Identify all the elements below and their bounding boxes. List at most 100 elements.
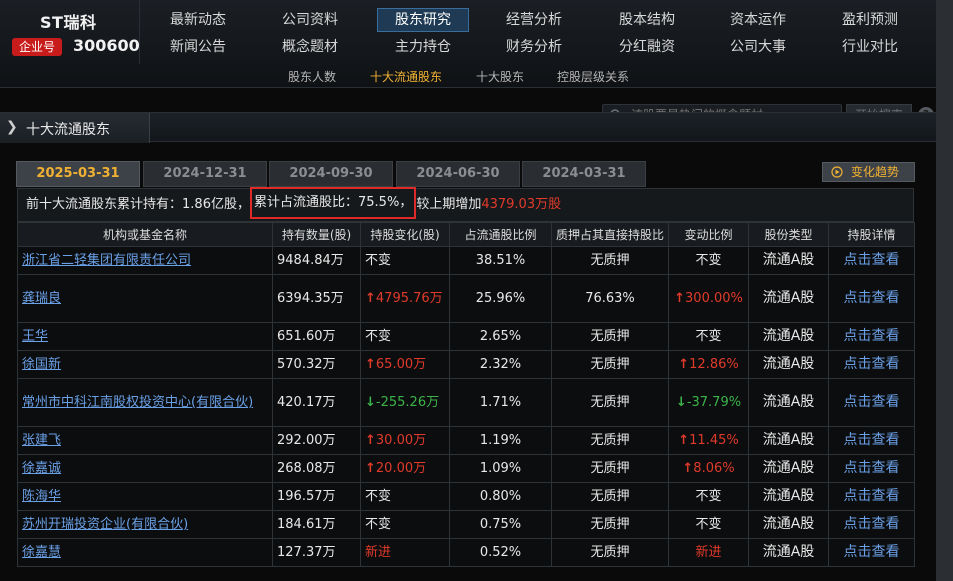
table-body: 浙江省二轻集团有限责任公司 9484.84万 不变 38.51% 无质押 不变 流通A股 点击… xyxy=(17,246,915,567)
holder-name-cell: 王华 xyxy=(17,322,273,351)
detail-link[interactable]: 点击查看 xyxy=(844,290,900,306)
tab-date-2025-03-31[interactable]: 2025-03-31 xyxy=(16,161,140,187)
detail-link[interactable]: 点击查看 xyxy=(844,328,900,344)
detail-link[interactable]: 点击查看 xyxy=(844,516,900,532)
nav-industry-comparison[interactable]: 行业对比 xyxy=(824,35,916,59)
stock-brand: ST瑞科 企业号 300600 xyxy=(0,0,140,64)
summary-ratio-value: 75.5% xyxy=(358,195,400,210)
nav-news-announcements[interactable]: 新闻公告 xyxy=(152,35,244,59)
scrollbar-track[interactable] xyxy=(936,0,953,581)
change-ratio: 不变 xyxy=(695,253,722,268)
arrow-up-icon: ↑ xyxy=(365,461,376,476)
nav-company-events[interactable]: 公司大事 xyxy=(712,35,804,59)
nav-profit-forecast[interactable]: 盈利预测 xyxy=(824,8,916,32)
detail-link[interactable]: 点击查看 xyxy=(844,394,900,410)
holding-amount: 268.08万 xyxy=(277,461,336,476)
arrow-up-icon: ↑ xyxy=(365,357,376,372)
pledge-cell: 无质押 xyxy=(551,454,669,483)
nav-dividend-financing[interactable]: 分红融资 xyxy=(601,35,693,59)
float-ratio-cell: 0.80% xyxy=(449,482,552,511)
table-row: 龚瑞良 6394.35万 ↑4795.76万 25.96% 76.63% ↑300.00%… xyxy=(17,274,915,323)
pledge-ratio: 无质押 xyxy=(590,517,630,532)
holding-change: 不变 xyxy=(365,489,392,504)
holder-name-cell: 苏州开瑞投资企业(有限合伙) xyxy=(17,510,273,539)
holding-amount-cell: 420.17万 xyxy=(272,378,361,427)
detail-link[interactable]: 点击查看 xyxy=(844,356,900,372)
holding-amount: 196.57万 xyxy=(277,489,336,504)
nav-main-holdings[interactable]: 主力持仓 xyxy=(377,35,469,59)
table-row: 徐嘉诚 268.08万 ↑20.00万 1.09% 无质押 ↑ 8.06% 流通A股 点击查看 xyxy=(17,454,915,483)
share-type-cell: 流通A股 xyxy=(748,426,829,455)
col-header-name: 机构或基金名称 xyxy=(17,222,273,247)
top-header: ST瑞科 企业号 300600 最新动态 公司资料 股东研究 经营分析 股本结构… xyxy=(0,0,936,88)
nav-operation-analysis[interactable]: 经营分析 xyxy=(488,8,580,32)
holding-change: 不变 xyxy=(365,329,392,344)
pledge-cell: 无质押 xyxy=(551,426,669,455)
change-ratio: 不变 xyxy=(695,489,722,504)
nav-financial-analysis[interactable]: 财务分析 xyxy=(488,35,580,59)
holder-name-link[interactable]: 张建飞 xyxy=(22,433,61,448)
detail-link[interactable]: 点击查看 xyxy=(844,544,900,560)
tab-date-2024-03-31[interactable]: 2024-03-31 xyxy=(522,161,646,187)
float-ratio-cell: 1.09% xyxy=(449,454,552,483)
share-type: 流通A股 xyxy=(762,460,815,476)
holding-amount: 6394.35万 xyxy=(277,291,344,306)
holder-name-link[interactable]: 浙江省二轻集团有限责任公司 xyxy=(22,253,191,268)
holding-change-cell: ↑30.00万 xyxy=(360,426,450,455)
detail-link[interactable]: 点击查看 xyxy=(844,252,900,268)
tab-date-2024-12-31[interactable]: 2024-12-31 xyxy=(143,161,267,187)
detail-link[interactable]: 点击查看 xyxy=(844,432,900,448)
nav-company-profile[interactable]: 公司资料 xyxy=(264,8,356,32)
pledge-ratio: 无质押 xyxy=(590,461,630,476)
share-type: 流通A股 xyxy=(762,252,815,268)
subnav-top10-holders[interactable]: 十大股东 xyxy=(476,68,524,85)
detail-link[interactable]: 点击查看 xyxy=(844,460,900,476)
nav-capital-operation[interactable]: 资本运作 xyxy=(712,8,804,32)
nav-concept-themes[interactable]: 概念题材 xyxy=(264,35,356,59)
holding-amount-cell: 9484.84万 xyxy=(272,246,361,275)
col-header-ratio: 占流通股比例 xyxy=(449,222,552,247)
subnav-top10-float-holders[interactable]: 十大流通股东 xyxy=(370,68,442,85)
change-ratio-cell: ↑12.86% xyxy=(668,350,749,379)
trend-button[interactable]: 变化趋势 xyxy=(822,162,915,182)
holder-name-link[interactable]: 常州市中科江南股权投资中心(有限合伙) xyxy=(22,395,253,410)
table-row: 浙江省二轻集团有限责任公司 9484.84万 不变 38.51% 无质押 不变 流通A股 点击… xyxy=(17,246,915,275)
holder-name-link[interactable]: 陈海华 xyxy=(22,489,61,504)
section-title: 十大流通股东 xyxy=(26,122,110,138)
float-ratio-cell: 0.75% xyxy=(449,510,552,539)
holder-name-link[interactable]: 徐嘉诚 xyxy=(22,461,61,476)
pledge-cell: 无质押 xyxy=(551,246,669,275)
nav-capital-structure[interactable]: 股本结构 xyxy=(601,8,693,32)
holding-change-cell: 不变 xyxy=(360,322,450,351)
nav-shareholder-research[interactable]: 股东研究 xyxy=(377,8,469,32)
tab-date-2024-09-30[interactable]: 2024-09-30 xyxy=(269,161,393,187)
change-ratio: 11.45% xyxy=(689,433,739,448)
holding-change: 30.00万 xyxy=(375,433,427,448)
table-row: 王华 651.60万 不变 2.65% 无质押 不变 流通A股 点击查看 xyxy=(17,322,915,351)
pledge-ratio: 76.63% xyxy=(585,291,635,306)
holder-name-link[interactable]: 王华 xyxy=(22,329,48,344)
holder-name-link[interactable]: 徐国新 xyxy=(22,357,61,372)
play-circle-icon xyxy=(831,166,843,178)
change-ratio: 8.06% xyxy=(693,461,735,476)
holder-name-link[interactable]: 徐嘉慧 xyxy=(22,545,61,560)
holder-name-link[interactable]: 龚瑞良 xyxy=(22,291,61,306)
section-title-tab: ❯ 十大流通股东 xyxy=(0,113,150,143)
detail-link[interactable]: 点击查看 xyxy=(844,488,900,504)
share-type: 流通A股 xyxy=(762,544,815,560)
subnav-shareholder-count[interactable]: 股东人数 xyxy=(288,68,336,85)
change-ratio: 不变 xyxy=(695,329,722,344)
tab-date-2024-06-30[interactable]: 2024-06-30 xyxy=(396,161,520,187)
holder-name-link[interactable]: 苏州开瑞投资企业(有限合伙) xyxy=(22,517,188,532)
float-ratio-cell: 25.96% xyxy=(449,274,552,323)
subnav-holding-hierarchy[interactable]: 控股层级关系 xyxy=(557,68,629,85)
nav-latest-news[interactable]: 最新动态 xyxy=(152,8,244,32)
holding-change-cell: ↑20.00万 xyxy=(360,454,450,483)
float-ratio-cell: 2.65% xyxy=(449,322,552,351)
table-row: 徐嘉慧 127.37万 新进 0.52% 无质押 新进 流通A股 点击查看 xyxy=(17,538,915,567)
col-header-pledge: 质押占其直接持股比 xyxy=(551,222,669,247)
holding-amount-cell: 651.60万 xyxy=(272,322,361,351)
share-type: 流通A股 xyxy=(762,394,815,410)
holder-name-cell: 徐国新 xyxy=(17,350,273,379)
corp-badge[interactable]: 企业号 xyxy=(12,38,62,56)
